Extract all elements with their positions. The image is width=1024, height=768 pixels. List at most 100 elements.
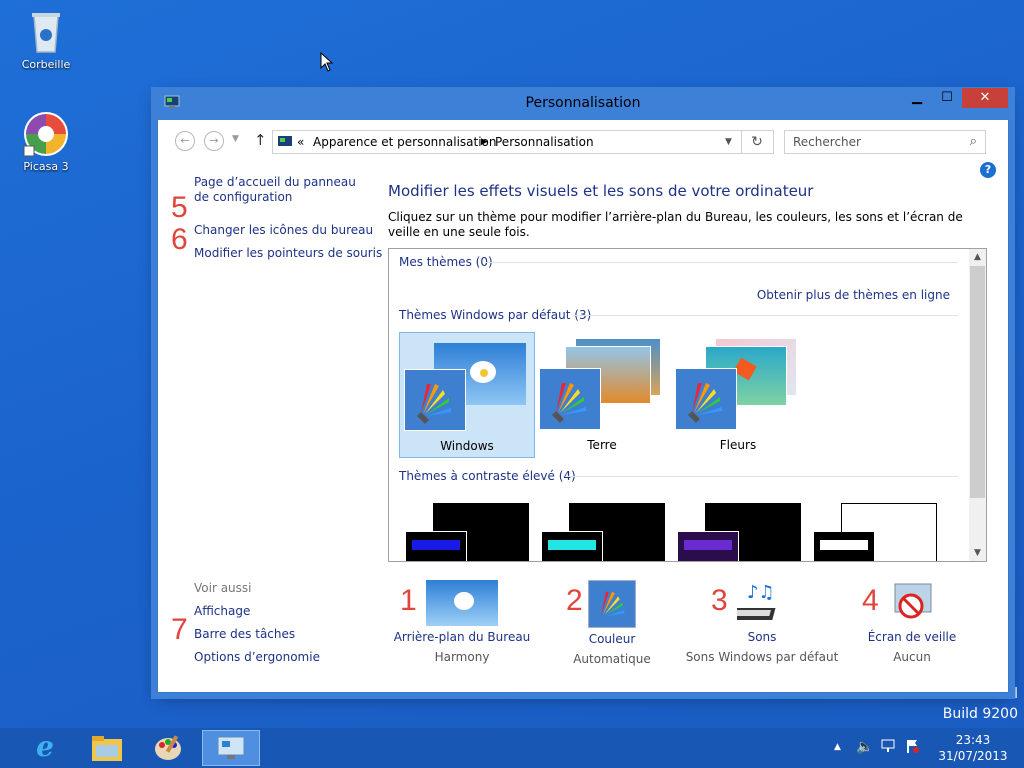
network-icon[interactable] — [880, 738, 896, 757]
search-box[interactable]: Rechercher ⌕ — [784, 130, 986, 154]
chevron-down-icon: ▼ — [974, 548, 981, 558]
scroll-down-button[interactable]: ▼ — [969, 545, 986, 561]
theme-high-contrast-2[interactable] — [541, 503, 665, 561]
close-button[interactable]: ✕ — [962, 88, 1008, 108]
sounds-setting[interactable]: ♪♫ Sons Sons Windows par défaut — [677, 580, 847, 664]
taskbar-internet-explorer[interactable]: e — [16, 730, 74, 766]
sounds-link[interactable]: Sons — [677, 630, 847, 644]
taskbar-file-explorer[interactable] — [78, 730, 136, 766]
sidebar-link-mouse-pointers[interactable]: Modifier les pointeurs de souris — [194, 246, 382, 260]
refresh-button[interactable]: ↻ — [741, 131, 772, 153]
theme-list[interactable]: Mes thèmes (0) Obtenir plus de thèmes en… — [388, 248, 987, 562]
group-divider — [567, 476, 958, 477]
up-button[interactable]: ↑ — [254, 131, 267, 149]
color-link[interactable]: Couleur — [527, 632, 697, 646]
color-icon — [588, 580, 636, 628]
sidebar-link-desktop-icons[interactable]: Changer les icônes du bureau — [194, 223, 373, 237]
show-hidden-icons-button[interactable]: ▲ — [834, 742, 841, 752]
theme-high-contrast-1[interactable] — [405, 503, 529, 561]
theme-label: Terre — [587, 438, 617, 452]
desktop-icon-picasa[interactable]: Picasa 3 — [11, 110, 81, 173]
taskbar-paint[interactable] — [140, 730, 198, 766]
group-my-themes: Mes thèmes (0) — [399, 255, 493, 269]
theme-high-contrast-3[interactable] — [677, 503, 801, 561]
theme-fleurs[interactable]: Fleurs — [671, 332, 805, 456]
color-setting[interactable]: Couleur Automatique — [527, 580, 697, 666]
clock[interactable]: 23:43 31/07/2013 — [938, 733, 1008, 763]
sounds-icon: ♪♫ — [730, 580, 787, 626]
scroll-up-button[interactable]: ▲ — [969, 249, 986, 265]
theme-high-contrast-4[interactable] — [814, 503, 937, 561]
address-overflow[interactable]: « — [297, 131, 304, 153]
theme-windows[interactable]: Windows — [399, 332, 535, 458]
arrow-left-icon: ← — [180, 134, 190, 147]
group-default-themes: Thèmes Windows par défaut (3) — [399, 308, 592, 322]
minimize-button[interactable]: ▁ — [902, 88, 932, 108]
volume-icon[interactable]: 🔈 — [856, 739, 873, 755]
desktop-icon-recycle-bin[interactable]: Corbeille — [11, 8, 81, 71]
address-bar[interactable]: « Apparence et personnalisation ▶ Person… — [272, 130, 774, 154]
page-heading: Modifier les effets visuels et les sons … — [388, 182, 814, 200]
breadcrumb-personnalisation[interactable]: Personnalisation — [495, 131, 594, 153]
online-themes-link[interactable]: Obtenir plus de thèmes en ligne — [757, 288, 950, 302]
desktop-background-setting[interactable]: Arrière-plan du Bureau Harmony — [377, 580, 547, 664]
sounds-value: Sons Windows par défaut — [685, 650, 839, 664]
see-also-ease-of-access[interactable]: Options d’ergonomie — [194, 650, 320, 664]
maximize-icon: ☐ — [941, 90, 953, 105]
address-toolbar: ← → ▼ ↑ « Apparence et personnalisation … — [158, 120, 1008, 162]
picasa-icon — [22, 110, 70, 158]
theme-label: Fleurs — [719, 438, 757, 452]
clock-date: 31/07/2013 — [938, 749, 1008, 763]
maximize-button[interactable]: ☐ — [932, 88, 962, 108]
recycle-bin-icon — [22, 8, 70, 56]
see-also-taskbar[interactable]: Barre des tâches — [194, 627, 295, 641]
clock-time: 23:43 — [955, 733, 991, 747]
color-palette-icon — [675, 368, 737, 430]
scroll-thumb[interactable] — [970, 266, 985, 498]
address-dropdown-button[interactable]: ▼ — [725, 131, 732, 153]
chevron-up-icon: ▲ — [974, 252, 981, 262]
watermark-build: Build 9200 — [942, 706, 1018, 722]
screensaver-icon — [887, 580, 937, 626]
refresh-icon: ↻ — [751, 134, 763, 150]
paint-icon — [155, 735, 181, 760]
annotation-number-7: 7 — [171, 613, 188, 646]
search-icon[interactable]: ⌕ — [970, 131, 977, 153]
desktop-background-link[interactable]: Arrière-plan du Bureau — [377, 630, 547, 644]
internet-explorer-icon: e — [36, 730, 54, 763]
theme-terre[interactable]: Terre — [535, 332, 669, 456]
see-also-display[interactable]: Affichage — [194, 604, 250, 618]
title-bar[interactable]: Personnalisation ▁ ☐ ✕ — [152, 88, 1014, 120]
mouse-cursor-icon — [320, 51, 334, 75]
taskbar: e ▲ 🔈 23:43 31/07/2013 — [0, 728, 1024, 768]
back-button[interactable]: ← — [175, 131, 195, 151]
group-high-contrast: Thèmes à contraste élevé (4) — [399, 469, 576, 483]
page-description: Cliquez sur un thème pour modifier l’arr… — [388, 210, 963, 239]
theme-list-scrollbar[interactable]: ▲ ▼ — [969, 249, 986, 561]
taskbar-personalization[interactable] — [202, 730, 260, 766]
see-also-heading: Voir aussi — [194, 581, 252, 595]
forward-button[interactable]: → — [204, 131, 224, 151]
desktop-icon-label: Corbeille — [21, 58, 71, 71]
recent-pages-button[interactable]: ▼ — [232, 134, 239, 144]
color-palette-icon — [404, 369, 466, 431]
question-icon: ? — [984, 163, 992, 176]
breadcrumb-separator-icon: ▶ — [481, 137, 488, 147]
screensaver-setting[interactable]: Écran de veille Aucun — [827, 580, 997, 664]
color-palette-icon — [539, 368, 601, 430]
desktop-icon-label: Picasa 3 — [23, 160, 69, 173]
sidebar-link-control-panel-home[interactable]: Page d’accueil du panneau de configurati… — [194, 175, 364, 205]
folder-icon — [92, 736, 122, 761]
annotation-number-6: 6 — [171, 223, 188, 256]
arrow-right-icon: → — [209, 134, 219, 147]
action-center-flag-icon[interactable] — [904, 738, 920, 757]
personalization-window: Personnalisation ▁ ☐ ✕ ← → ▼ ↑ « Apparen… — [152, 88, 1014, 693]
search-input[interactable]: Rechercher — [793, 131, 861, 153]
screensaver-link[interactable]: Écran de veille — [827, 630, 997, 644]
group-divider — [573, 315, 958, 316]
minimize-icon: ▁ — [912, 90, 922, 105]
help-button[interactable]: ? — [980, 162, 996, 178]
breadcrumb-apparence[interactable]: Apparence et personnalisation — [313, 131, 497, 153]
arrow-up-icon: ↑ — [254, 131, 267, 149]
color-value: Automatique — [573, 652, 651, 666]
